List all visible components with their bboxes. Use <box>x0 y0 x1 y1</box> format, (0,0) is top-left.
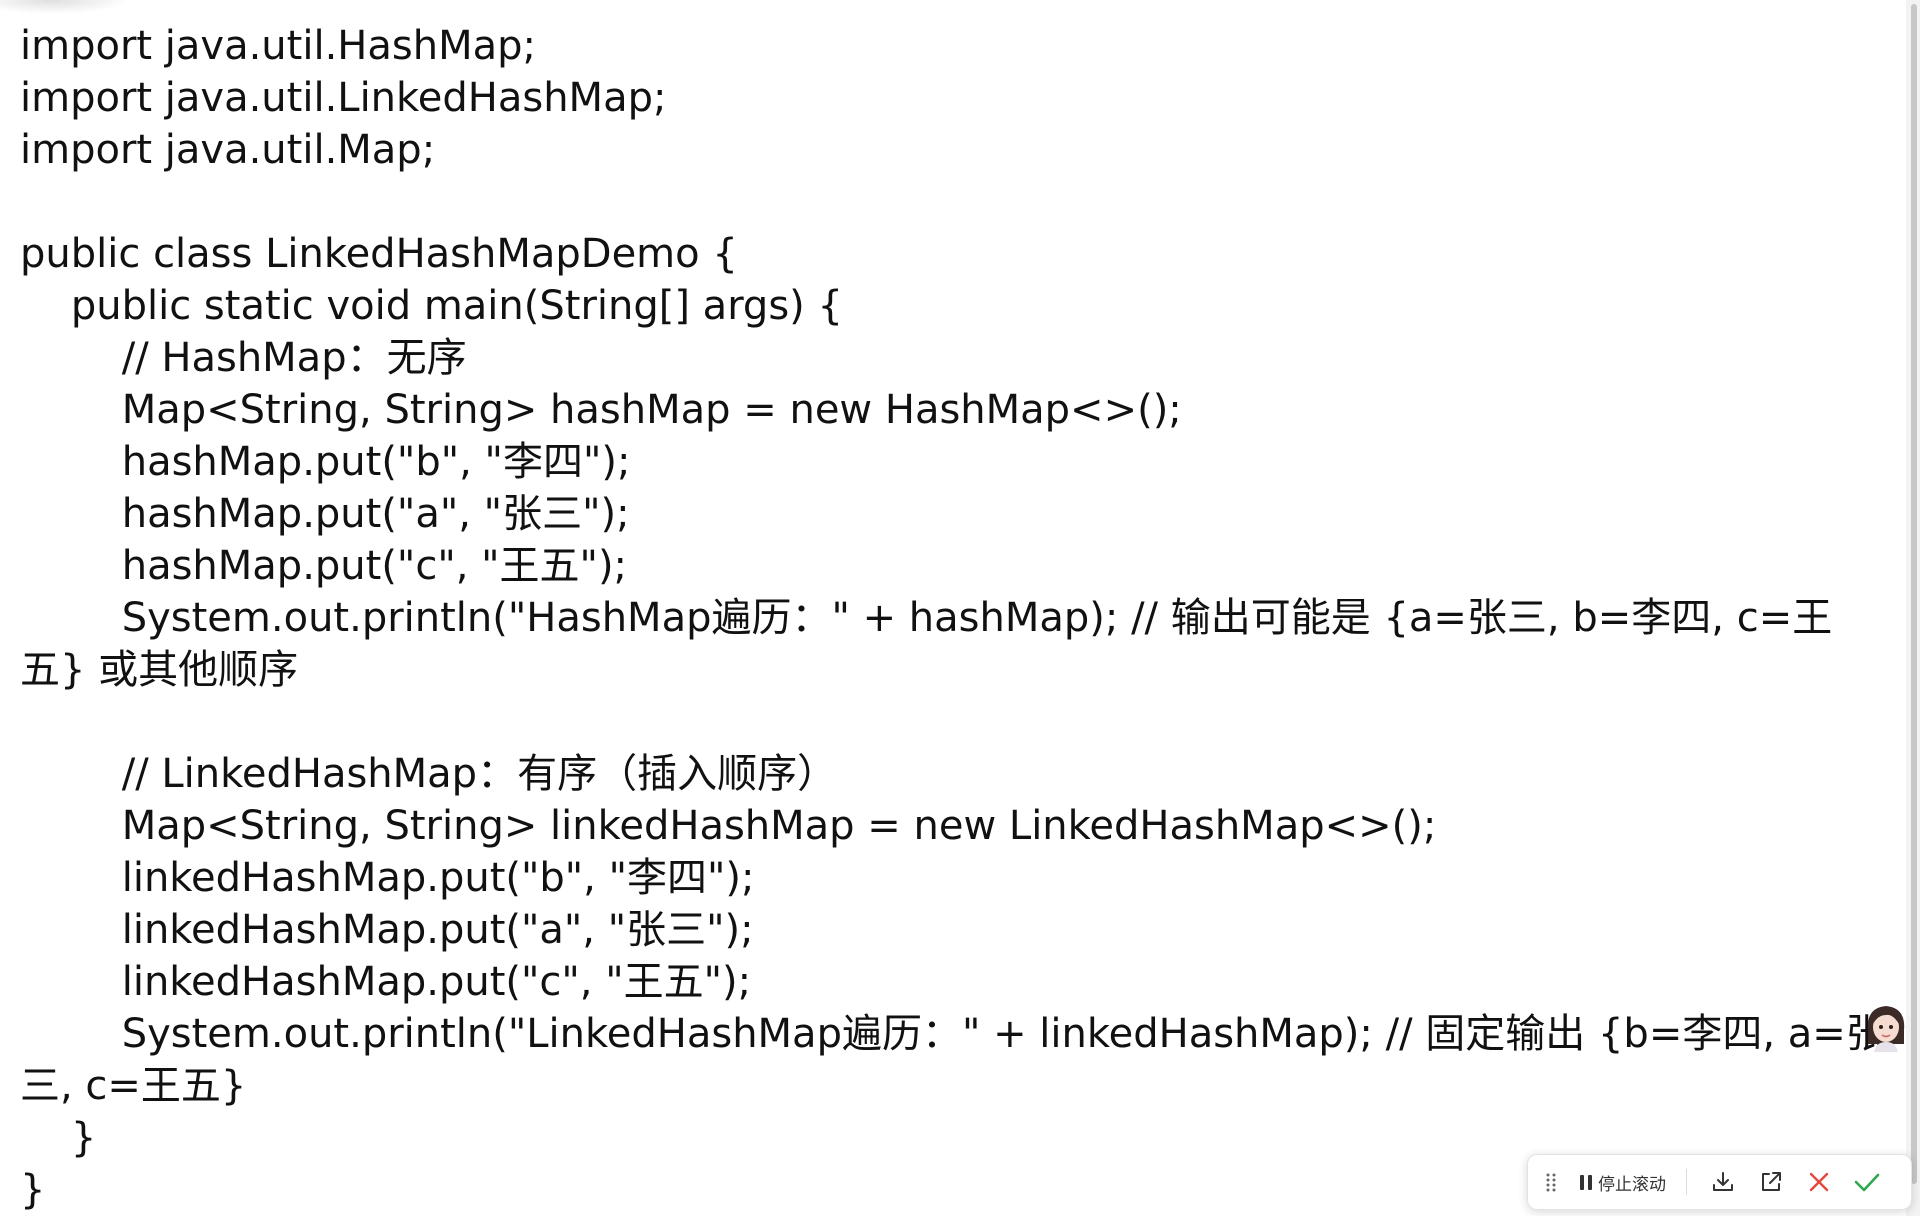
code-line: hashMap.put("a", "张三"); <box>20 491 630 537</box>
top-shadow <box>0 0 130 14</box>
code-line: import java.util.Map; <box>20 127 436 173</box>
confirm-button[interactable] <box>1843 1162 1891 1202</box>
close-icon <box>1809 1172 1829 1192</box>
code-line: linkedHashMap.put("b", "李四"); <box>20 855 755 901</box>
code-line: import java.util.HashMap; <box>20 23 536 69</box>
download-icon <box>1713 1172 1733 1191</box>
stop-scroll-label: 停止滚动 <box>1598 1174 1666 1195</box>
code-line: Map<String, String> hashMap = new HashMa… <box>20 387 1182 433</box>
screenshot-page: import java.util.HashMap; import java.ut… <box>0 0 1920 1216</box>
screenshot-toolbar: 停止滚动 <box>1527 1154 1912 1210</box>
pause-icon <box>1580 1174 1592 1190</box>
checkmark-icon <box>1854 1173 1880 1192</box>
code-line: linkedHashMap.put("c", "王五"); <box>20 959 752 1005</box>
code-line: System.out.println("HashMap遍历：" + hashMa… <box>20 595 1833 693</box>
drag-dots <box>1546 1173 1556 1192</box>
code-line: // LinkedHashMap：有序（插入顺序） <box>20 751 838 797</box>
open-external-button[interactable] <box>1747 1162 1795 1202</box>
open-external-icon <box>1762 1172 1781 1191</box>
code-line: hashMap.put("b", "李四"); <box>20 439 631 485</box>
avatar-illustration <box>1867 1006 1905 1052</box>
toolbar-divider <box>1686 1169 1687 1195</box>
code-line: Map<String, String> linkedHashMap = new … <box>20 803 1437 849</box>
code-line: // HashMap：无序 <box>20 335 467 381</box>
code-line: hashMap.put("c", "王五"); <box>20 543 628 589</box>
code-line: import java.util.LinkedHashMap; <box>20 75 667 121</box>
code-line: public static void main(String[] args) { <box>20 283 843 329</box>
code-line: linkedHashMap.put("a", "张三"); <box>20 907 754 953</box>
code-block: import java.util.HashMap; import java.ut… <box>20 20 1890 1216</box>
close-button[interactable] <box>1795 1162 1843 1202</box>
download-button[interactable] <box>1699 1162 1747 1202</box>
code-line: System.out.println("LinkedHashMap遍历：" + … <box>20 1011 1886 1109</box>
assistant-avatar-icon[interactable] <box>1862 1000 1910 1052</box>
stop-scroll-button[interactable]: 停止滚动 <box>1572 1162 1674 1202</box>
code-line: public class LinkedHashMapDemo { <box>20 231 738 277</box>
scrollbar-thumb[interactable] <box>1911 4 1917 1184</box>
drag-handle-icon[interactable] <box>1540 1162 1562 1202</box>
